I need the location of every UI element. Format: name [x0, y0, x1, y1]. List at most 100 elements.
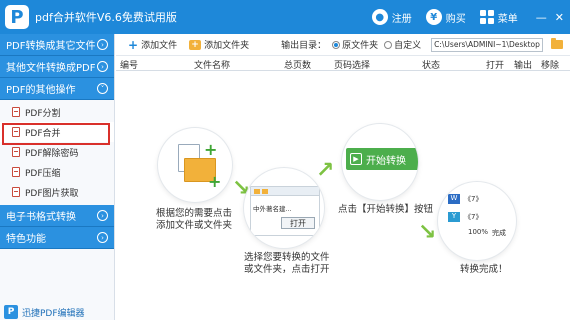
- output-dir-label: 输出目录：: [281, 41, 327, 51]
- arrow-icon: ↘: [418, 220, 437, 245]
- promo-link[interactable]: P 迅捷PDF编辑器: [4, 304, 94, 320]
- arrow-icon: ↗: [316, 158, 335, 183]
- app-title: pdf合并软件V6.6免费试用版: [35, 11, 177, 24]
- folder-icon: [262, 188, 268, 194]
- menu-button[interactable]: 菜单: [479, 10, 518, 25]
- sidebar-section-pdf-other-ops[interactable]: PDF的其他操作 ˅: [0, 78, 114, 100]
- chevron-right-icon: ›: [97, 39, 108, 50]
- chevron-right-icon: ›: [97, 61, 108, 72]
- add-folder-label: 添加文件夹: [204, 41, 250, 51]
- radio-custom-folder[interactable]: 自定义: [384, 38, 421, 51]
- browse-folder-icon[interactable]: [551, 38, 564, 49]
- window-controls: — ✕: [536, 11, 564, 24]
- column-header-number: 编号: [120, 61, 139, 71]
- dialog-file-name: 中外著名建...: [253, 205, 292, 213]
- minimize-button[interactable]: —: [536, 11, 547, 24]
- result-row-2: 《7》: [464, 213, 483, 221]
- dialog-open-button: 打开: [281, 217, 315, 229]
- add-file-label: 添加文件: [141, 41, 178, 51]
- sidebar-item-pdf-compress[interactable]: PDF压缩: [0, 162, 114, 182]
- doc-icon: Y: [448, 212, 460, 222]
- grid-icon: [479, 10, 494, 24]
- sidebar-item-pdf-images[interactable]: PDF图片获取: [0, 182, 114, 202]
- step1-circle: + +: [158, 128, 232, 202]
- radio-original-folder[interactable]: 原文件夹: [332, 38, 378, 51]
- menu-label: 菜单: [497, 13, 518, 25]
- step2-text: 选择您要转换的文件 或文件夹，点击打开: [244, 252, 330, 276]
- section-label: PDF转换成其它文件: [6, 41, 96, 52]
- pdf-file-icon: [12, 167, 20, 177]
- plus-icon: +: [208, 172, 222, 191]
- step1-text: 根据您的需要点击 添加文件或文件夹: [156, 208, 232, 232]
- add-folder-button[interactable]: + 添加文件夹: [189, 38, 249, 51]
- sidebar-item-pdf-unlock[interactable]: PDF解除密码: [0, 142, 114, 162]
- buy-button[interactable]: ¥ 购买: [425, 9, 466, 25]
- open-dialog: 中外著名建... 打开: [250, 186, 320, 236]
- pdf-file-icon: [12, 187, 20, 197]
- sidebar-section-pdf-to-other[interactable]: PDF转换成其它文件 ›: [0, 34, 114, 56]
- radio-label: 原文件夹: [342, 41, 379, 51]
- sidebar-sub-list: PDF分割 PDF合并 PDF解除密码 PDF压缩 PDF图片获取: [0, 100, 114, 205]
- close-button[interactable]: ✕: [555, 11, 564, 24]
- chevron-right-icon: ›: [97, 210, 108, 221]
- sidebar-item-label: PDF解除密码: [25, 148, 79, 159]
- add-file-button[interactable]: + 添加文件: [128, 38, 177, 52]
- guide-area: + + 根据您的需要点击 添加文件或文件夹 ↘ 中外著名建... 打开 选择您要…: [116, 72, 570, 320]
- sidebar-item-pdf-merge[interactable]: PDF合并: [0, 122, 114, 145]
- column-header-open: 打开: [486, 61, 505, 71]
- step3-text: 点击【开始转换】按钮: [338, 204, 434, 215]
- column-header-status: 状态: [422, 61, 441, 71]
- step1-line1: 根据您的需要点击: [156, 208, 233, 219]
- step2-line1: 选择您要转换的文件: [244, 252, 330, 263]
- sidebar-item-label: PDF压缩: [25, 168, 61, 179]
- sidebar-item-label: PDF分割: [25, 108, 61, 119]
- section-label: 其他文件转换成PDF: [6, 63, 96, 74]
- start-convert-label: 开始转换: [366, 155, 406, 167]
- pdf-file-icon: [12, 107, 20, 117]
- progress-done: 完成: [492, 229, 506, 237]
- sidebar-item-pdf-split[interactable]: PDF分割: [0, 102, 114, 122]
- start-convert-illustration: ▶ 开始转换: [346, 148, 418, 170]
- title-actions: ● 注册 ¥ 购买 菜单 — ✕: [371, 0, 564, 34]
- radio-checked-icon: [332, 40, 341, 49]
- output-path-input[interactable]: [431, 37, 544, 52]
- step1-line2: 添加文件或文件夹: [156, 220, 233, 231]
- chevron-right-icon: ›: [97, 232, 108, 243]
- column-header-output: 输出: [514, 61, 533, 71]
- file-table-header: 编号 文件名称 总页数 页码选择 状态 打开 输出 移除: [116, 57, 570, 71]
- section-label: 特色功能: [6, 234, 46, 245]
- step2-line2: 或文件夹，点击打开: [244, 264, 330, 275]
- sidebar-section-ebook[interactable]: 电子书格式转换 ›: [0, 205, 114, 227]
- pdf-editor-icon: P: [4, 305, 18, 319]
- sidebar-item-label: PDF合并: [25, 128, 61, 139]
- app-logo-icon: P: [5, 5, 29, 29]
- word-icon: W: [448, 194, 460, 204]
- folder-icon: [254, 188, 260, 194]
- radio-unchecked-icon: [384, 40, 393, 49]
- play-icon: ▶: [350, 153, 362, 165]
- title-bar: P pdf合并软件V6.6免费试用版 ● 注册 ¥ 购买 菜单 — ✕: [0, 0, 570, 34]
- result-row-1: 《7》: [464, 195, 483, 203]
- radio-label: 自定义: [394, 41, 422, 51]
- sidebar-item-label: PDF图片获取: [25, 188, 79, 199]
- column-header-page-select: 页码选择: [334, 61, 371, 71]
- step4-circle: W 《7》 Y 《7》 100% 完成: [438, 182, 516, 260]
- column-header-pages: 总页数: [284, 61, 312, 71]
- toolbar: + 添加文件 + 添加文件夹 输出目录： 原文件夹 自定义: [116, 34, 570, 56]
- chevron-down-icon: ˅: [97, 83, 108, 94]
- sidebar: PDF转换成其它文件 › 其他文件转换成PDF › PDF的其他操作 ˅ PDF…: [0, 34, 115, 320]
- register-label: 注册: [391, 13, 412, 25]
- section-label: PDF的其他操作: [6, 85, 76, 96]
- buy-label: 购买: [445, 13, 466, 25]
- yen-icon: ¥: [425, 9, 442, 25]
- column-header-filename: 文件名称: [194, 61, 231, 71]
- sidebar-section-other-to-pdf[interactable]: 其他文件转换成PDF ›: [0, 56, 114, 78]
- step2-circle: 中外著名建... 打开: [244, 168, 324, 248]
- register-button[interactable]: ● 注册: [371, 9, 412, 25]
- pdf-file-icon: [12, 147, 20, 157]
- step3-circle: ▶ 开始转换: [342, 124, 418, 200]
- sidebar-section-features[interactable]: 特色功能 ›: [0, 227, 114, 249]
- plus-icon: +: [204, 140, 218, 159]
- step4-text: 转换完成！: [460, 264, 508, 275]
- user-icon: ●: [371, 9, 388, 25]
